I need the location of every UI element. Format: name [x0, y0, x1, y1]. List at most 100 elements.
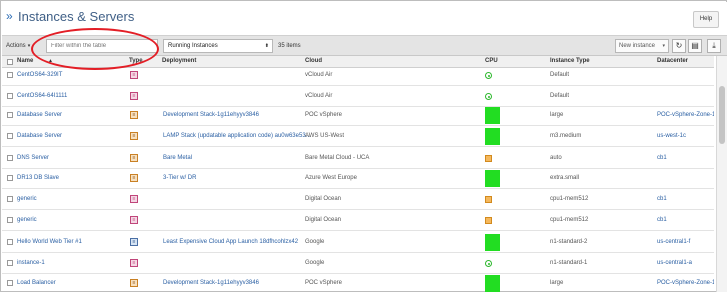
deployment-link[interactable]: LAMP Stack (updatable application code) …: [163, 132, 311, 140]
export-button[interactable]: ⤓: [707, 39, 721, 53]
column-header-type[interactable]: Type: [129, 58, 143, 64]
item-count: 35 items: [278, 43, 301, 49]
view-select[interactable]: Running Instances ⬍: [163, 39, 273, 53]
column-header-cpu[interactable]: CPU: [485, 58, 498, 64]
instance-name-link[interactable]: DR13 DB Slave: [17, 174, 59, 182]
instance-type-icon: ≡: [130, 259, 138, 267]
instance-type-icon: ≡: [130, 132, 138, 140]
cloud-name: Azure West Europe: [305, 175, 357, 181]
instance-name-link[interactable]: Load Balancer: [17, 279, 56, 287]
cpu-usage-bar: [485, 107, 500, 124]
instance-type-value: cpu1-mem512: [550, 217, 589, 223]
datacenter-link[interactable]: cb1: [657, 216, 667, 224]
column-chooser-button[interactable]: ▤: [688, 39, 702, 53]
table-row[interactable]: generic ≡ Digital Ocean cpu1-mem512 cb1: [2, 189, 714, 210]
row-checkbox[interactable]: [7, 217, 13, 223]
row-checkbox[interactable]: [7, 133, 13, 139]
actions-menu[interactable]: Actions ▾: [6, 40, 30, 53]
table-row[interactable]: DR13 DB Slave ≡ 3-Tier w/ DR Azure West Eur…: [2, 168, 714, 189]
column-header-datacenter[interactable]: Datacenter: [657, 58, 688, 64]
deployment-link[interactable]: Least Expensive Cloud App Launch 18dfhco…: [163, 238, 298, 246]
cpu-usage-bar: [485, 275, 500, 292]
instance-type-icon: ≡: [130, 111, 138, 119]
row-checkbox[interactable]: [7, 93, 13, 99]
cloud-name: vCloud Air: [305, 93, 333, 99]
columns-icon: ▤: [691, 41, 699, 50]
deployment-link[interactable]: Development Stack-1g11ehyyv3846: [163, 111, 259, 119]
row-checkbox[interactable]: [7, 72, 13, 78]
row-checkbox[interactable]: [7, 112, 13, 118]
cloud-name: POC vSphere: [305, 280, 343, 286]
instance-name-link[interactable]: DNS Server: [17, 154, 49, 162]
datacenter-link[interactable]: POC-vSphere-Zone-1: [657, 111, 714, 119]
instance-type-value: m3.medium: [550, 133, 582, 139]
select-all-checkbox[interactable]: [7, 59, 13, 65]
filter-input[interactable]: [46, 39, 158, 53]
deployment-link[interactable]: 3-Tier w/ DR: [163, 174, 196, 182]
vertical-scrollbar[interactable]: [716, 56, 727, 292]
datacenter-link[interactable]: us-central1-f: [657, 238, 690, 246]
cloud-name: vCloud Air: [305, 72, 333, 78]
cpu-idle-icon: [485, 260, 492, 267]
chevron-down-icon: ▾: [662, 43, 665, 49]
instance-name-link[interactable]: generic: [17, 195, 37, 203]
row-checkbox[interactable]: [7, 260, 13, 266]
datacenter-link[interactable]: POC-vSphere-Zone-1: [657, 279, 714, 287]
instance-type-icon: ≡: [130, 216, 138, 224]
instance-type-icon: ≡: [130, 279, 138, 287]
actions-label: Actions: [6, 43, 26, 49]
table-row[interactable]: CentOS64-64I1111 ≡ vCloud Air Default: [2, 86, 714, 107]
table-row[interactable]: Database Server ≡ LAMP Stack (updatable ap…: [2, 126, 714, 147]
instance-name-link[interactable]: Hello World Web Tier #1: [17, 238, 82, 246]
table-row[interactable]: Database Server ≡ Development Stack-1g11eh…: [2, 105, 714, 126]
datacenter-link[interactable]: cb1: [657, 154, 667, 162]
deployment-link[interactable]: Bare Metal: [163, 154, 192, 162]
column-header-instance-type[interactable]: Instance Type: [550, 58, 590, 64]
instance-type-value: large: [550, 280, 564, 286]
cloud-name: Google: [305, 260, 325, 266]
table-row[interactable]: CentOS64-329IT ≡ vCloud Air Default: [2, 68, 714, 86]
column-header-cloud[interactable]: Cloud: [305, 58, 322, 64]
instance-type-value: cpu1-mem512: [550, 196, 589, 202]
datacenter-link[interactable]: us-west-1c: [657, 132, 686, 140]
instance-type-value: large: [550, 112, 564, 118]
instance-name-link[interactable]: instance-1: [17, 259, 45, 267]
datacenter-link[interactable]: cb1: [657, 195, 667, 203]
title-bar: » Instances & Servers Help: [2, 2, 727, 35]
cpu-usage-bar: [485, 128, 500, 145]
instance-name-link[interactable]: generic: [17, 216, 37, 224]
table-row[interactable]: Hello World Web Tier #1 ≡ Least Expensive …: [2, 232, 714, 253]
row-checkbox[interactable]: [7, 196, 13, 202]
instance-type-value: Default: [550, 93, 570, 99]
instance-type-icon: ≡: [130, 195, 138, 203]
expand-chevron-icon[interactable]: »: [6, 9, 13, 23]
table-row[interactable]: instance-1 ≡ Google n1-standard-1 us-central…: [2, 253, 714, 274]
refresh-icon: ↻: [675, 41, 683, 50]
datacenter-link[interactable]: us-central1-a: [657, 259, 692, 267]
column-header-name[interactable]: Name: [17, 58, 33, 64]
instance-name-link[interactable]: CentOS64-329IT: [17, 71, 62, 79]
row-checkbox[interactable]: [7, 280, 13, 286]
deployment-link[interactable]: Development Stack-1g11ehyyv3846: [163, 279, 259, 287]
scrollbar-thumb[interactable]: [719, 86, 725, 144]
instance-type-icon: ≡: [130, 92, 138, 100]
sort-arrow-icon: ▲: [48, 58, 53, 64]
table-row[interactable]: generic ≡ Digital Ocean cpu1-mem512 cb1: [2, 210, 714, 231]
new-instance-dropdown[interactable]: New instance ▾: [615, 39, 669, 53]
help-button[interactable]: Help: [693, 11, 719, 28]
row-checkbox[interactable]: [7, 239, 13, 245]
column-header-deployment[interactable]: Deployment: [162, 58, 196, 64]
cpu-idle-icon: [485, 72, 492, 79]
row-checkbox[interactable]: [7, 155, 13, 161]
cloud-name: POC vSphere: [305, 112, 343, 118]
download-icon: ⤓: [712, 41, 716, 50]
instance-name-link[interactable]: Database Server: [17, 111, 62, 119]
refresh-button[interactable]: ↻: [672, 39, 686, 53]
instance-type-value: n1-standard-2: [550, 239, 588, 245]
instance-name-link[interactable]: CentOS64-64I1111: [17, 92, 67, 100]
instance-name-link[interactable]: Database Server: [17, 132, 62, 140]
cpu-low-icon: [485, 196, 492, 203]
table-row[interactable]: DNS Server ≡ Bare Metal Bare Metal Cloud - …: [2, 148, 714, 169]
row-checkbox[interactable]: [7, 175, 13, 181]
table-row[interactable]: Load Balancer ≡ Development Stack-1g11ehyy…: [2, 273, 714, 292]
